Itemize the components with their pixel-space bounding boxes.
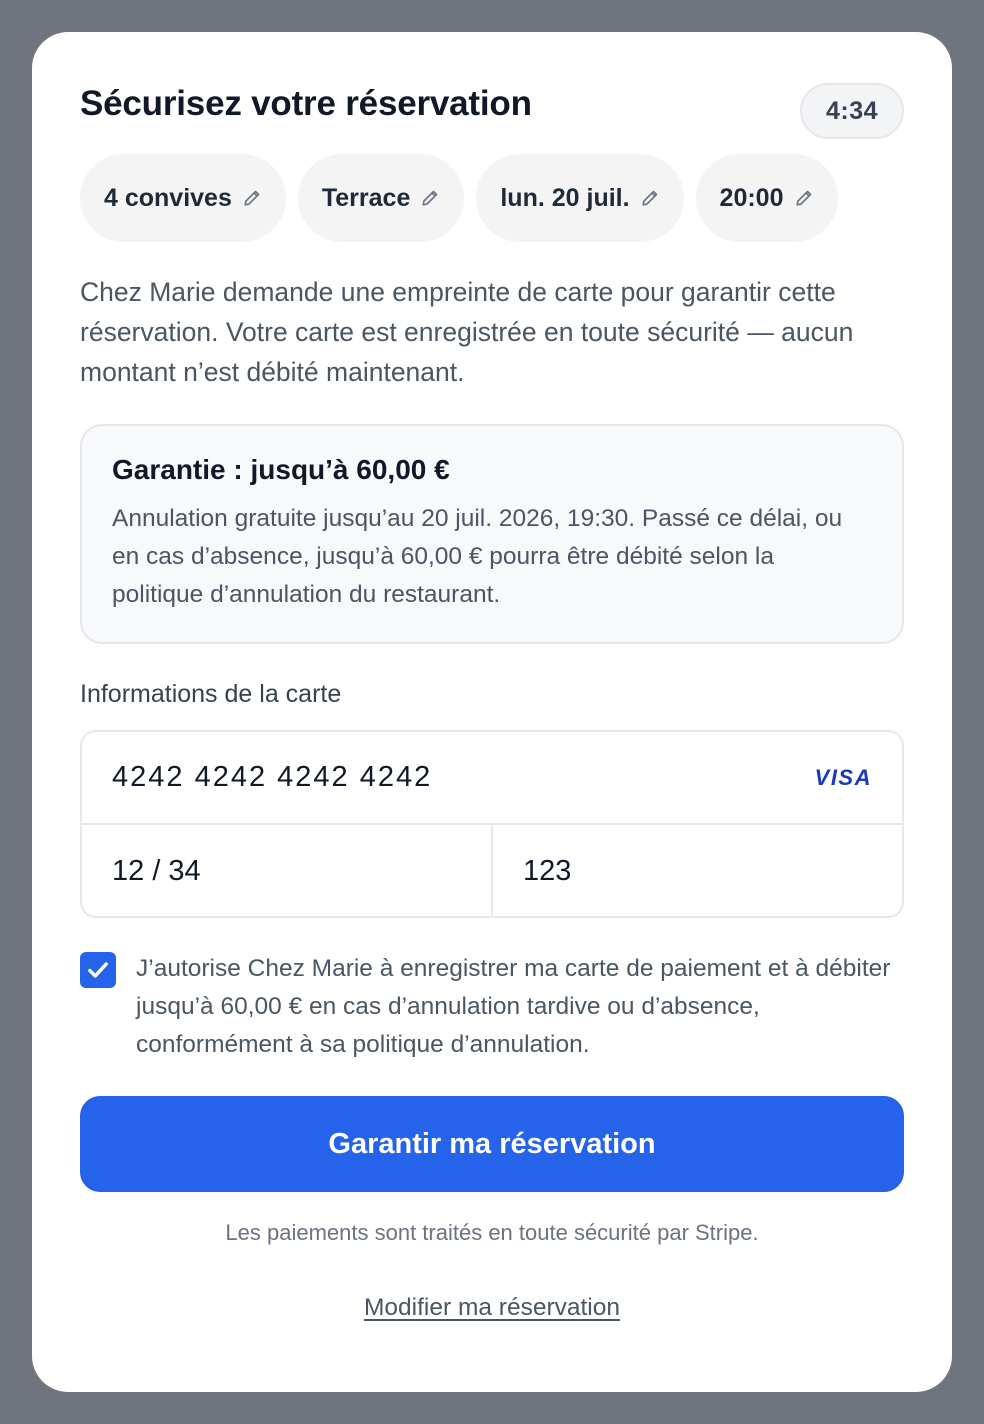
pencil-icon <box>422 190 438 206</box>
guarantee-reservation-button[interactable]: Garantir ma réservation <box>80 1096 904 1192</box>
chip-label: Terrace <box>321 183 411 212</box>
pencil-icon <box>795 190 811 206</box>
guarantee-box: Garantie : jusqu’à 60,00 € Annulation gr… <box>80 424 904 644</box>
consent-row: J’autorise Chez Marie à enregistrer ma c… <box>80 950 904 1064</box>
modify-reservation-row: Modifier ma réservation <box>32 1294 952 1322</box>
reservation-modal: Sécurisez votre réservation 4:34 4 convi… <box>32 32 952 1392</box>
stripe-security-note: Les paiements sont traités en toute sécu… <box>225 1220 759 1245</box>
pencil-icon <box>641 190 657 206</box>
consent-text: J’autorise Chez Marie à enregistrer ma c… <box>136 955 891 1058</box>
page-title: Sécurisez votre réservation <box>80 84 532 123</box>
card-fields: 4242 4242 4242 4242 VISA 12 / 34 123 <box>80 730 904 918</box>
chip-label: 4 convives <box>104 183 232 212</box>
consent-checkbox[interactable] <box>80 952 116 988</box>
chip-time[interactable]: 20:00 <box>695 154 838 242</box>
countdown-timer: 4:34 <box>800 83 904 139</box>
checkmark-icon <box>88 962 108 978</box>
chip-guests[interactable]: 4 convives <box>80 154 286 242</box>
chip-area[interactable]: Terrace <box>297 154 465 242</box>
chip-label: 20:00 <box>719 183 784 212</box>
chip-date[interactable]: lun. 20 juil. <box>476 154 684 242</box>
expiry-input[interactable]: 12 / 34 <box>82 825 493 916</box>
pencil-icon <box>244 190 260 206</box>
guarantee-title: Garantie : jusqu’à 60,00 € <box>112 454 450 485</box>
chip-label: lun. 20 juil. <box>500 183 630 212</box>
card-info-label: Informations de la carte <box>80 680 342 708</box>
card-number-field[interactable]: 4242 4242 4242 4242 VISA <box>82 732 902 825</box>
visa-logo: VISA <box>814 764 872 790</box>
card-secondary-row: 12 / 34 123 <box>82 825 902 916</box>
card-number-input[interactable]: 4242 4242 4242 4242 <box>112 761 432 794</box>
modify-reservation-link[interactable]: Modifier ma réservation <box>364 1294 620 1321</box>
intro-text: Chez Marie demande une empreinte de cart… <box>80 277 854 387</box>
guarantee-text: Annulation gratuite jusqu’au 20 juil. 20… <box>112 505 843 608</box>
cvc-input[interactable]: 123 <box>493 825 902 916</box>
reservation-summary-chips: 4 convives Terrace lun. 20 juil. 20:00 <box>80 154 838 242</box>
